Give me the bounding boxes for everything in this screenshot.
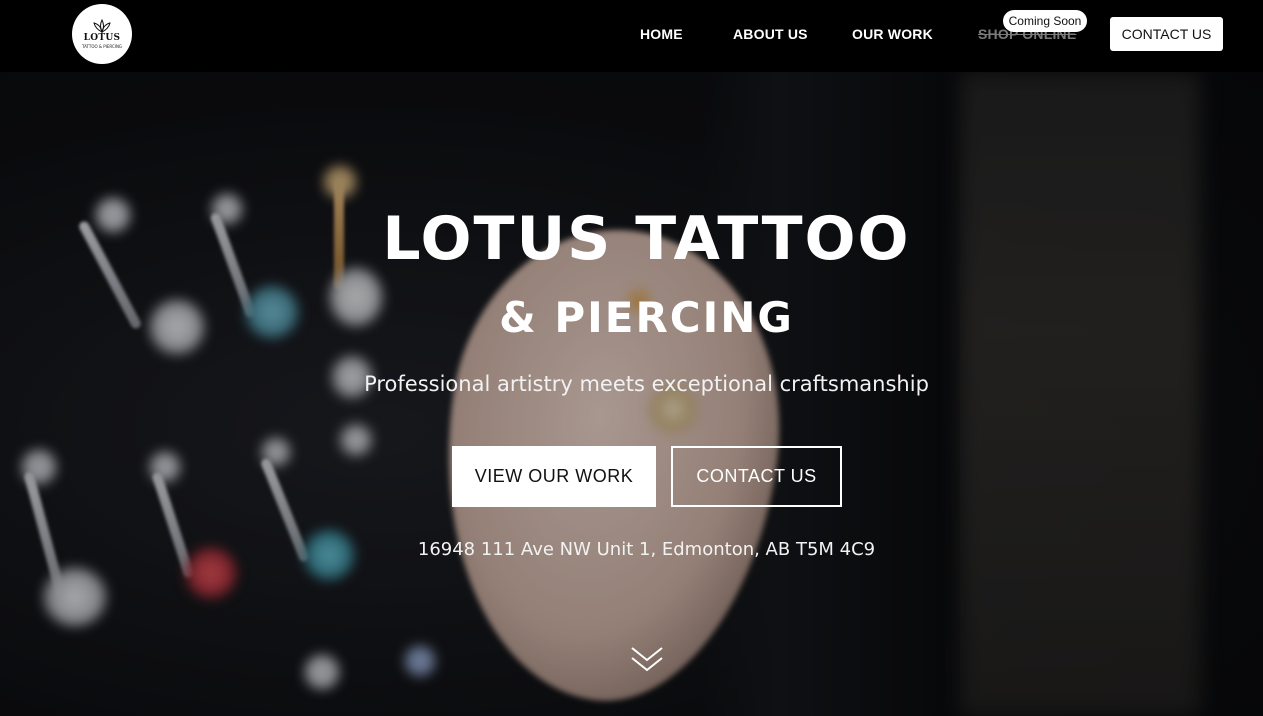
- page: LOTUS TATTOO & PIERCING HOME ABOUT US OU…: [0, 0, 1263, 716]
- nav-our-work[interactable]: OUR WORK: [852, 26, 933, 42]
- nav-home[interactable]: HOME: [640, 26, 683, 42]
- chevron-double-down-icon[interactable]: [630, 642, 664, 676]
- nav-about-us[interactable]: ABOUT US: [733, 26, 808, 42]
- studio-address: 16948 111 Ave NW Unit 1, Edmonton, AB T5…: [417, 539, 876, 560]
- logo-subtext: TATTOO & PIERCING: [81, 44, 123, 49]
- hero-tagline: Professional artistry meets exceptional …: [364, 372, 929, 396]
- lotus-icon: [93, 19, 111, 33]
- logo-text: LOTUS: [83, 33, 121, 43]
- hero-contact-button[interactable]: CONTACT US: [671, 446, 842, 507]
- site-header: LOTUS TATTOO & PIERCING HOME ABOUT US OU…: [0, 0, 1263, 72]
- hero-subtitle: & PIERCING: [499, 293, 794, 342]
- coming-soon-badge: Coming Soon: [1003, 10, 1087, 32]
- hero-title: LOTUS TATTOO: [382, 204, 911, 274]
- view-our-work-button[interactable]: VIEW OUR WORK: [452, 446, 656, 507]
- site-logo[interactable]: LOTUS TATTOO & PIERCING: [72, 4, 132, 64]
- header-contact-button[interactable]: CONTACT US: [1110, 17, 1223, 51]
- hero-section: LOTUS TATTOO & PIERCING Professional art…: [0, 72, 1263, 716]
